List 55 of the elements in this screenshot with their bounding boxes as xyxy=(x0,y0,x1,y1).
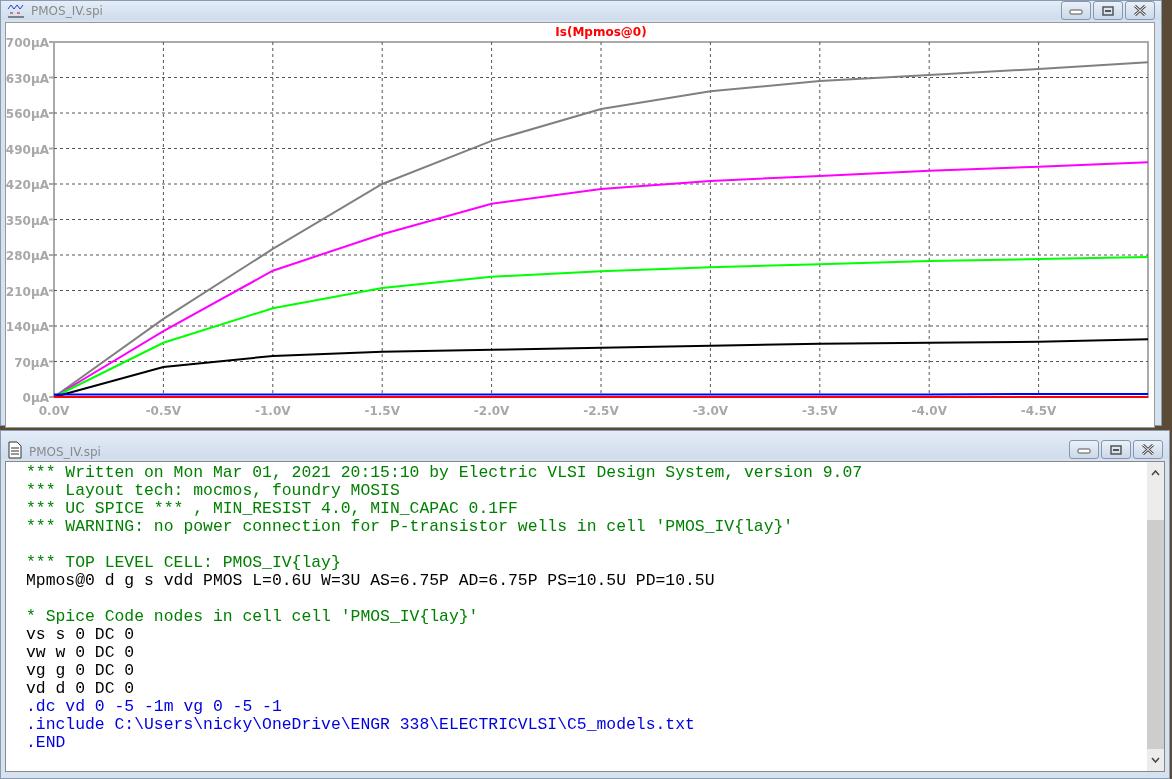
netlist-line: vs s 0 DC 0 xyxy=(26,626,136,644)
netlist-line: .END xyxy=(26,734,67,752)
scrollbar[interactable] xyxy=(1147,462,1164,771)
close-icon xyxy=(1141,444,1155,455)
x-tick-label: -3.5V xyxy=(802,404,838,418)
y-tick-label: 630µA xyxy=(6,71,49,86)
netlist-line: vg g 0 DC 0 xyxy=(26,662,136,680)
y-tick-label: 350µA xyxy=(6,213,49,228)
waveform-icon xyxy=(7,2,25,19)
restore-button[interactable] xyxy=(1093,1,1123,20)
x-tick-label: 0.0V xyxy=(38,404,70,418)
window-title: PMOS_IV.spi xyxy=(31,3,104,18)
netlist-line: *** TOP LEVEL CELL: PMOS_IV{lay} xyxy=(26,554,342,572)
y-tick-label: 70µA xyxy=(14,355,49,370)
netlist-line: *** WARNING: no power connection for P-transistor wells in cell 'PMOS_IV{lay}' xyxy=(26,518,795,536)
close-button[interactable] xyxy=(1133,440,1163,459)
y-tick-label: 0µA xyxy=(22,391,49,405)
document-icon xyxy=(7,441,23,459)
y-tick-label: 490µA xyxy=(6,142,49,157)
y-tick-label: 560µA xyxy=(6,107,49,121)
restore-button[interactable] xyxy=(1101,440,1131,459)
x-tick-label: -4.5V xyxy=(1020,404,1057,418)
x-tick-label: -3.0V xyxy=(692,404,729,418)
y-tick-label: 280µA xyxy=(6,249,49,263)
netlist-line: .dc vd 0 -5 -1m vg 0 -5 -1 xyxy=(26,698,283,716)
netlist-line: vw w 0 DC 0 xyxy=(26,644,136,662)
x-tick-label: -1.0V xyxy=(255,404,291,418)
minimize-button[interactable] xyxy=(1061,1,1091,20)
scroll-down-icon xyxy=(1151,757,1160,763)
close-button[interactable] xyxy=(1125,1,1155,20)
netlist-line: *** Layout tech: mocmos, foundry MOSIS xyxy=(26,482,401,500)
netlist-line: *** UC SPICE *** , MIN_RESIST 4.0, MIN_CAPAC 0.1FF xyxy=(26,500,519,518)
x-tick-label: -2.5V xyxy=(583,404,619,418)
y-tick-label: 140µA xyxy=(6,320,49,334)
y-tick-label: 700µA xyxy=(6,36,49,50)
restore-icon xyxy=(1102,5,1114,16)
netlist-line: Mpmos@0 d g s vdd PMOS L=0.6U W=3U AS=6.75P AD=6.75P PS=10.5U PD=10.5U xyxy=(26,572,716,590)
x-tick-label: -2.0V xyxy=(473,404,510,418)
y-tick-label: 420µA xyxy=(6,178,49,192)
y-tick-label: 210µA xyxy=(6,284,49,299)
x-tick-label: -4.0V xyxy=(911,404,947,418)
netlist-line: .include C:\Users\nicky\OneDrive\ENGR 338\ELECTRICVLSI\C5_models.txt xyxy=(26,716,696,734)
window-title: PMOS_IV.spi xyxy=(29,445,102,459)
x-tick-label: -0.5V xyxy=(145,404,182,418)
scroll-up-icon xyxy=(1151,470,1160,476)
netlist-line: *** Written on Mon Mar 01, 2021 20:15:10 by Electric VLSI Design System, version 9.07 xyxy=(26,464,864,482)
netlist-line: * Spice Code nodes in cell cell 'PMOS_IV{lay}' xyxy=(26,608,480,626)
chart-title: Is(Mpmos@0) xyxy=(555,25,647,39)
x-tick-label: -1.5V xyxy=(364,404,400,418)
close-icon xyxy=(1133,5,1147,16)
minimize-icon xyxy=(1077,445,1091,454)
minimize-button[interactable] xyxy=(1069,440,1099,459)
restore-icon xyxy=(1110,444,1122,455)
netlist-line: vd d 0 DC 0 xyxy=(26,680,136,698)
minimize-icon xyxy=(1069,6,1083,15)
